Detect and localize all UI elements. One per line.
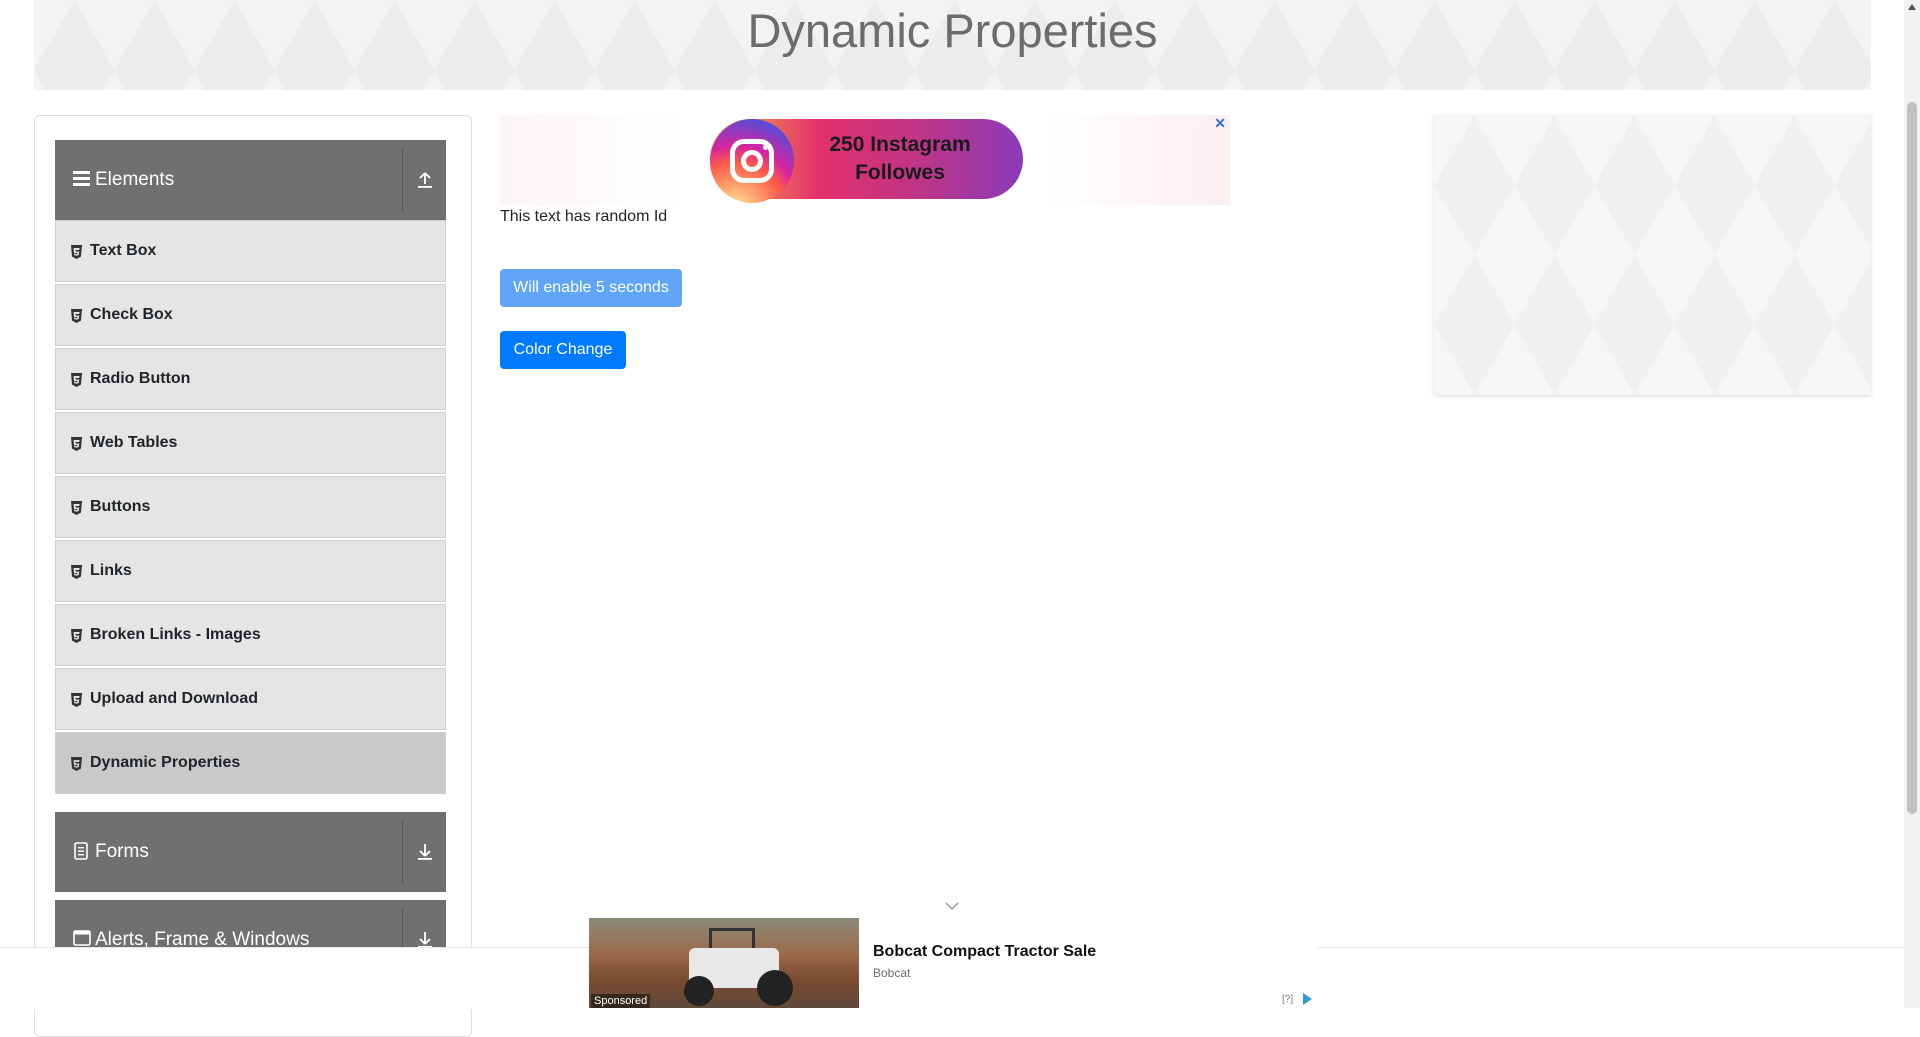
- document-icon: [73, 842, 89, 865]
- sidebar-group-elements[interactable]: Elements: [55, 140, 446, 220]
- instagram-ad[interactable]: 250 Instagram Followes: [710, 119, 1023, 203]
- instagram-icon: [710, 119, 794, 203]
- sidebar-item-label: Upload and Download: [90, 690, 258, 707]
- sidebar-item-label: Radio Button: [90, 370, 191, 387]
- enable-after-button: Will enable 5 seconds: [500, 269, 682, 307]
- sidebar-item-text-box[interactable]: Text Box: [55, 220, 446, 282]
- divider: [402, 820, 403, 884]
- ad-info-link[interactable]: [?]: [1282, 994, 1293, 1005]
- html5-icon: [71, 565, 82, 584]
- sidebar-item-broken-links[interactable]: Broken Links - Images: [55, 604, 446, 666]
- page-header: Dynamic Properties: [34, 0, 1871, 90]
- sidebar-item-buttons[interactable]: Buttons: [55, 476, 446, 538]
- sidebar-item-radio-button[interactable]: Radio Button: [55, 348, 446, 410]
- sidebar-group-label: Elements: [95, 169, 175, 190]
- page-title: Dynamic Properties: [747, 4, 1158, 57]
- chevron-down-icon[interactable]: [944, 898, 960, 916]
- html5-icon: [71, 309, 82, 328]
- ad-brand: Bobcat: [873, 966, 911, 980]
- sidebar-item-label: Dynamic Properties: [90, 754, 241, 771]
- color-change-button[interactable]: Color Change: [500, 331, 626, 369]
- download-icon[interactable]: [417, 842, 433, 865]
- sidebar-group-label: Forms: [95, 841, 149, 862]
- side-ad: [1434, 115, 1871, 395]
- sidebar-item-label: Text Box: [90, 242, 157, 259]
- html5-icon: [71, 373, 82, 392]
- divider: [402, 148, 403, 212]
- random-id-text: This text has random Id: [500, 208, 668, 225]
- sidebar-item-web-tables[interactable]: Web Tables: [55, 412, 446, 474]
- sidebar-item-label: Web Tables: [90, 434, 178, 451]
- sidebar-item-upload-download[interactable]: Upload and Download: [55, 668, 446, 730]
- scrollbar[interactable]: [1904, 0, 1920, 1008]
- scroll-thumb[interactable]: [1907, 102, 1917, 814]
- html5-icon: [71, 757, 82, 776]
- scroll-up-icon[interactable]: [1908, 4, 1916, 10]
- ad-banner[interactable]: ✕ 250 Instagram Followes: [500, 115, 1230, 205]
- bottom-ad[interactable]: Sponsored Bobcat Compact Tractor Sale Bo…: [589, 902, 1317, 1008]
- sidebar-item-label: Buttons: [90, 498, 151, 515]
- hamburger-icon: [73, 170, 90, 191]
- html5-icon: [71, 501, 82, 520]
- html5-icon: [71, 693, 82, 712]
- ad-text: 250 Instagram Followes: [829, 133, 971, 184]
- sidebar-item-links[interactable]: Links: [55, 540, 446, 602]
- sidebar-item-label: Links: [90, 562, 132, 579]
- ad-image[interactable]: Sponsored: [589, 918, 859, 1008]
- sidebar-item-check-box[interactable]: Check Box: [55, 284, 446, 346]
- sponsored-label: Sponsored: [591, 994, 651, 1008]
- upload-icon[interactable]: [417, 170, 433, 193]
- adchoices-icon[interactable]: [1303, 993, 1312, 1005]
- sidebar-item-label: Check Box: [90, 306, 173, 323]
- ad-title[interactable]: Bobcat Compact Tractor Sale: [873, 943, 1096, 961]
- sidebar-group-forms[interactable]: Forms: [55, 812, 446, 892]
- html5-icon: [71, 245, 82, 264]
- sidebar-item-label: Broken Links - Images: [90, 626, 261, 643]
- close-icon[interactable]: ✕: [1214, 115, 1226, 132]
- sidebar-item-dynamic-properties[interactable]: Dynamic Properties: [55, 732, 446, 794]
- html5-icon: [71, 629, 82, 648]
- html5-icon: [71, 437, 82, 456]
